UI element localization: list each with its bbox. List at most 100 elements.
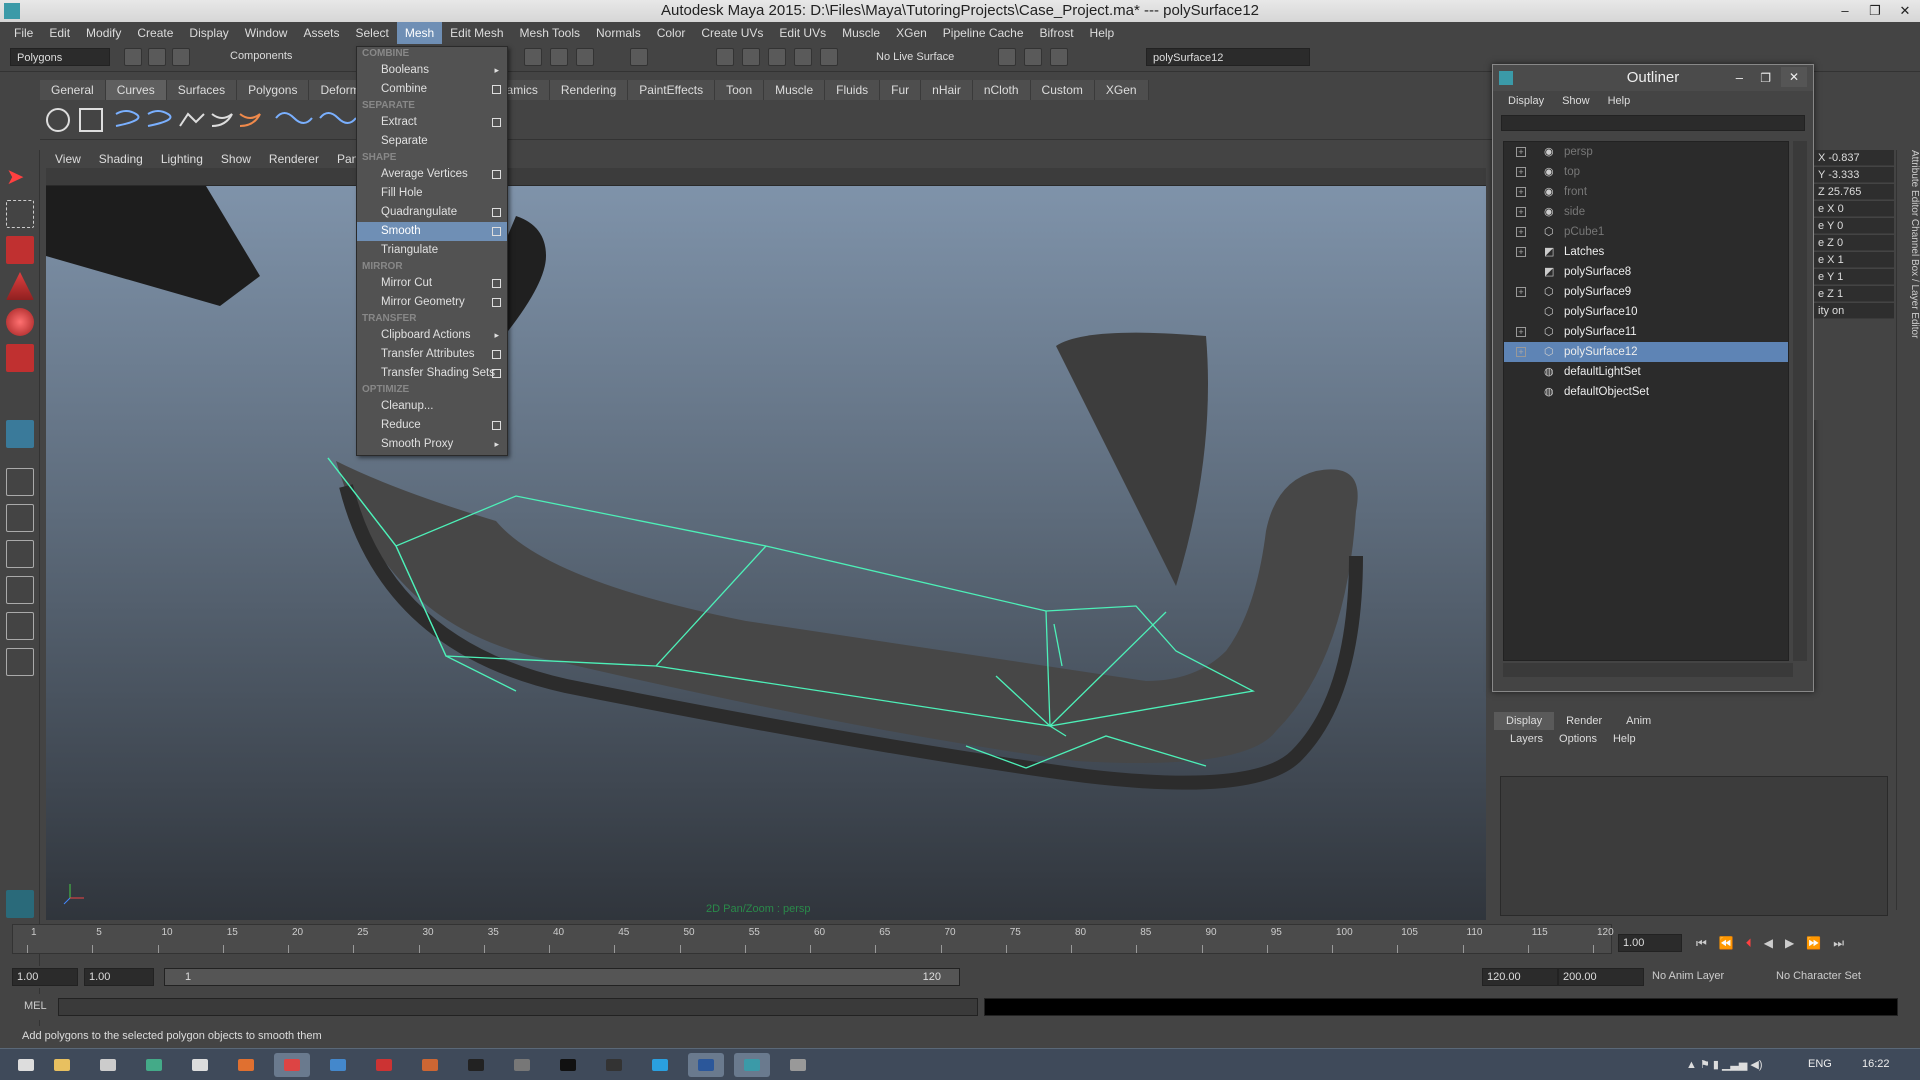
shelf-tab-muscle[interactable]: Muscle [764, 80, 826, 100]
layout-graph-icon[interactable] [6, 576, 34, 604]
tray-icons[interactable]: ▲ ⚑ ▮ ▁▃▅ ◀) [1686, 1058, 1763, 1071]
expand-icon[interactable]: + [1516, 347, 1526, 357]
outliner-horizontal-scrollbar[interactable] [1503, 663, 1793, 677]
outliner-item[interactable]: + ◩ Latches [1504, 242, 1788, 262]
maya-taskbar-icon[interactable] [734, 1053, 770, 1077]
chrome-icon[interactable] [136, 1053, 172, 1077]
menu-assets[interactable]: Assets [295, 22, 347, 44]
start-button-icon[interactable] [8, 1053, 44, 1077]
notepad-icon[interactable] [182, 1053, 218, 1077]
app-dark-icon[interactable] [458, 1053, 494, 1077]
layout-outliner-icon[interactable] [6, 540, 34, 568]
paint-select-tool-icon[interactable] [6, 236, 34, 264]
menu-item-booleans[interactable]: Booleans ▸ [357, 61, 507, 80]
outliner-item[interactable]: + ◉ front [1504, 182, 1788, 202]
channel-row[interactable]: Y -3.333 [1814, 167, 1894, 183]
menu-file[interactable]: File [6, 22, 41, 44]
outliner-item[interactable]: + ⬡ polySurface11 [1504, 322, 1788, 342]
channel-row[interactable]: ity on [1814, 303, 1894, 319]
menu-item-mirror-geometry[interactable]: Mirror Geometry [357, 293, 507, 312]
viewport-persp[interactable]: 2D Pan/Zoom : persp [46, 186, 1486, 920]
channel-row[interactable]: e X 0 [1814, 201, 1894, 217]
option-box-icon[interactable] [492, 85, 501, 94]
app-epic-icon[interactable] [596, 1053, 632, 1077]
expand-icon[interactable]: + [1516, 247, 1526, 257]
app-red-icon[interactable] [366, 1053, 402, 1077]
step-back-key-icon[interactable]: ⏴ [1746, 936, 1752, 951]
channel-row[interactable]: X -0.837 [1814, 150, 1894, 166]
word-icon[interactable] [688, 1053, 724, 1077]
shelf-tab-painteffects[interactable]: PaintEffects [628, 80, 716, 100]
outliner-menu-display[interactable]: Display [1499, 95, 1553, 107]
app-gear-icon[interactable] [504, 1053, 540, 1077]
menu-display[interactable]: Display [181, 22, 236, 44]
render-settings-icon[interactable] [794, 48, 812, 66]
range-slider[interactable]: 1 120 [164, 968, 960, 986]
menu-item-average-vertices[interactable]: Average Vertices [357, 165, 507, 184]
option-box-icon[interactable] [492, 279, 501, 288]
open-scene-icon[interactable] [148, 48, 166, 66]
play-forward-icon[interactable]: ▶ [1785, 936, 1794, 950]
calendar-app-icon[interactable] [90, 1053, 126, 1077]
channel-row[interactable]: e Z 1 [1814, 286, 1894, 302]
shelf-tab-custom[interactable]: Custom [1030, 80, 1095, 100]
history-icon[interactable] [716, 48, 734, 66]
channel-row[interactable]: e Y 0 [1814, 218, 1894, 234]
option-box-icon[interactable] [492, 118, 501, 127]
outliner-item[interactable]: + ◉ persp [1504, 142, 1788, 162]
layout-persp-icon[interactable] [6, 648, 34, 676]
app-dl-icon[interactable] [550, 1053, 586, 1077]
rotate-tool-icon[interactable] [6, 308, 34, 336]
menu-color[interactable]: Color [649, 22, 694, 44]
snap-point-icon[interactable] [576, 48, 594, 66]
menu-item-fill-hole[interactable]: Fill Hole [357, 184, 507, 203]
manipulator-tool-icon[interactable] [6, 420, 34, 448]
menu-edit-mesh[interactable]: Edit Mesh [442, 22, 511, 44]
viewport-menu-renderer[interactable]: Renderer [260, 152, 328, 166]
outliner-item[interactable]: ⬡ polySurface10 [1504, 302, 1788, 322]
mesh-model[interactable]: 2D Pan/Zoom : persp [46, 186, 1486, 920]
expand-icon[interactable]: + [1516, 287, 1526, 297]
current-frame-field[interactable]: 1.00 [1618, 934, 1682, 952]
menu-item-combine[interactable]: Combine [357, 80, 507, 99]
option-box-icon[interactable] [492, 350, 501, 359]
menu-pipeline-cache[interactable]: Pipeline Cache [935, 22, 1032, 44]
selection-name-field[interactable]: polySurface12 [1146, 48, 1310, 66]
menu-window[interactable]: Window [237, 22, 296, 44]
menu-set-dropdown[interactable]: Polygons [10, 48, 110, 66]
menu-item-transfer-attributes[interactable]: Transfer Attributes [357, 345, 507, 364]
viewport-menu-lighting[interactable]: Lighting [152, 152, 212, 166]
outliner-minimize-icon[interactable]: – [1736, 65, 1743, 91]
ccleaner-icon[interactable] [320, 1053, 356, 1077]
menu-muscle[interactable]: Muscle [834, 22, 888, 44]
outliner-menu-help[interactable]: Help [1599, 95, 1640, 107]
snap-grid-icon[interactable] [524, 48, 542, 66]
viewport-menu-show[interactable]: Show [212, 152, 260, 166]
shelf-tab-rendering[interactable]: Rendering [549, 80, 629, 100]
select-tool-icon[interactable]: ➤ [6, 164, 34, 192]
channel-row[interactable]: e Y 1 [1814, 269, 1894, 285]
menu-item-reduce[interactable]: Reduce [357, 416, 507, 435]
select-mode-icon[interactable] [1024, 48, 1042, 66]
character-set-dropdown[interactable]: No Character Set [1776, 970, 1861, 982]
minimize-button[interactable]: – [1830, 0, 1860, 22]
menu-xgen[interactable]: XGen [888, 22, 935, 44]
menu-item-extract[interactable]: Extract [357, 113, 507, 132]
shelf-tab-curves[interactable]: Curves [105, 80, 167, 100]
lock-icon[interactable] [630, 48, 648, 66]
shelf-tab-nhair[interactable]: nHair [921, 80, 973, 100]
play-backward-icon[interactable]: ◀ [1764, 936, 1773, 950]
move-tool-icon[interactable] [6, 272, 34, 300]
option-box-icon[interactable] [492, 298, 501, 307]
shelf-tab-toon[interactable]: Toon [715, 80, 765, 100]
option-box-icon[interactable] [492, 170, 501, 179]
components-label[interactable]: Components [230, 50, 292, 62]
menu-item-clipboard-actions[interactable]: Clipboard Actions ▸ [357, 326, 507, 345]
shelf-tab-xgen[interactable]: XGen [1094, 80, 1149, 100]
layer-tab-render[interactable]: Render [1554, 712, 1614, 730]
outliner-close-icon[interactable]: ✕ [1781, 67, 1807, 87]
menu-mesh[interactable]: Mesh [396, 22, 443, 44]
menu-item-transfer-shading-sets[interactable]: Transfer Shading Sets [357, 364, 507, 383]
channel-row[interactable]: e X 1 [1814, 252, 1894, 268]
viewport-menu-view[interactable]: View [46, 152, 90, 166]
